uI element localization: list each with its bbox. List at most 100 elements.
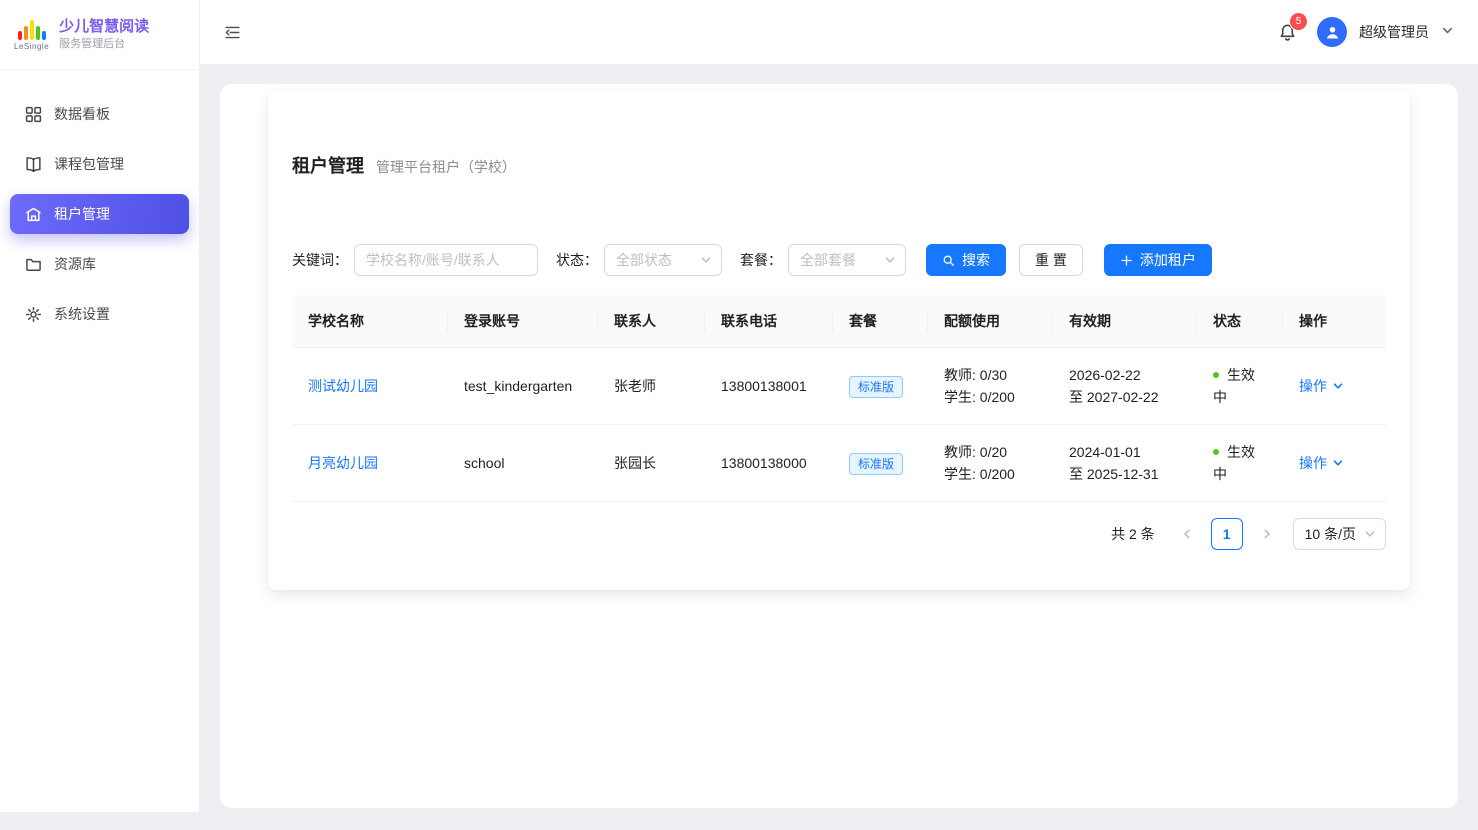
- folder-icon: [25, 256, 42, 273]
- sidebar-item-dashboard[interactable]: 数据看板: [10, 94, 189, 134]
- col-header-plan: 套餐: [833, 295, 928, 348]
- add-tenant-button-label: 添加租户: [1140, 250, 1196, 270]
- sidebar-item-label: 数据看板: [54, 104, 110, 124]
- chevron-right-icon: [1261, 528, 1273, 540]
- status-label: 状态：: [556, 250, 598, 270]
- brand-title: 少儿智慧阅读: [59, 17, 149, 37]
- sidebar-item-system-settings[interactable]: 系统设置: [10, 294, 189, 334]
- quota-cell: 教师: 0/30 学生: 0/200: [928, 348, 1053, 425]
- chevron-left-icon: [1181, 528, 1193, 540]
- status-cell: 生效中: [1197, 348, 1283, 425]
- quota-students: 学生: 0/200: [944, 386, 1037, 408]
- row-action-dropdown[interactable]: 操作: [1299, 452, 1344, 474]
- top-header: 5 超级管理员: [200, 0, 1478, 64]
- sidebar: LeSingle 少儿智慧阅读 服务管理后台 数据看板 课程包管理 租户管理: [0, 0, 200, 812]
- phone-cell: 13800138000: [705, 425, 833, 502]
- row-action-dropdown[interactable]: 操作: [1299, 375, 1344, 397]
- pagination-total: 共 2 条: [1111, 524, 1155, 544]
- tenant-table: 学校名称 登录账号 联系人 联系电话 套餐 配额使用 有效期 状态 操作: [292, 295, 1386, 502]
- status-dot-icon: [1213, 372, 1219, 378]
- brand-text: 少儿智慧阅读 服务管理后台: [59, 17, 149, 52]
- reset-button[interactable]: 重 置: [1019, 244, 1083, 276]
- search-button[interactable]: 搜索: [926, 244, 1006, 276]
- status-dot-icon: [1213, 449, 1219, 455]
- notification-bell-button[interactable]: 5: [1273, 18, 1301, 46]
- page-title: 租户管理: [292, 152, 364, 178]
- plan-tag: 标准版: [849, 453, 903, 475]
- brand-name: LeSingle: [14, 42, 49, 51]
- page-size-select[interactable]: 10 条/页: [1293, 518, 1386, 550]
- main-panel: 租户管理 管理平台租户（学校） 关键词： 状态： 全部状态 套餐：: [220, 84, 1458, 808]
- status-text: 生效中: [1213, 367, 1255, 405]
- keyword-label: 关键词：: [292, 250, 348, 270]
- gear-icon: [25, 306, 42, 323]
- school-name-link[interactable]: 月亮幼儿园: [308, 455, 378, 471]
- validity-end: 至 2025-12-31: [1069, 463, 1181, 485]
- status-select[interactable]: 全部状态: [604, 244, 722, 276]
- quota-cell: 教师: 0/20 学生: 0/200: [928, 425, 1053, 502]
- sidebar-item-label: 课程包管理: [54, 154, 124, 174]
- sidebar-item-label: 租户管理: [54, 204, 110, 224]
- page-size-value: 10 条/页: [1305, 524, 1356, 544]
- sidebar-collapse-button[interactable]: [216, 16, 248, 48]
- contact-cell: 张园长: [598, 425, 705, 502]
- tenant-management-card: 租户管理 管理平台租户（学校） 关键词： 状态： 全部状态 套餐：: [268, 90, 1410, 590]
- filter-bar: 关键词： 状态： 全部状态 套餐： 全部套餐: [292, 244, 1386, 276]
- book-icon: [25, 156, 42, 173]
- col-header-phone: 联系电话: [705, 295, 833, 348]
- chevron-down-icon: [700, 254, 712, 266]
- chevron-down-icon: [1364, 528, 1376, 540]
- col-header-quota: 配额使用: [928, 295, 1053, 348]
- content-area: 租户管理 管理平台租户（学校） 关键词： 状态： 全部状态 套餐：: [200, 64, 1478, 830]
- chevron-down-icon: [1332, 380, 1344, 392]
- brand-logo-icon: LeSingle: [14, 18, 49, 51]
- col-header-contact: 联系人: [598, 295, 705, 348]
- sidebar-item-label: 系统设置: [54, 304, 110, 324]
- search-button-label: 搜索: [962, 250, 990, 270]
- row-action-label: 操作: [1299, 452, 1327, 474]
- account-cell: test_kindergarten: [448, 348, 598, 425]
- row-action-label: 操作: [1299, 375, 1327, 397]
- sidebar-item-label: 资源库: [54, 254, 96, 274]
- validity-start: 2024-01-01: [1069, 441, 1181, 463]
- next-page-button[interactable]: [1251, 518, 1283, 550]
- add-tenant-button[interactable]: 添加租户: [1104, 244, 1212, 276]
- status-select-value: 全部状态: [616, 250, 672, 270]
- validity-end: 至 2027-02-22: [1069, 386, 1181, 408]
- sidebar-item-course-packages[interactable]: 课程包管理: [10, 144, 189, 184]
- reset-button-label: 重 置: [1035, 250, 1067, 270]
- username[interactable]: 超级管理员: [1359, 22, 1429, 42]
- contact-cell: 张老师: [598, 348, 705, 425]
- menu-fold-icon: [224, 24, 241, 41]
- page-1-button[interactable]: 1: [1211, 518, 1243, 550]
- quota-students: 学生: 0/200: [944, 463, 1037, 485]
- col-header-actions: 操作: [1283, 295, 1386, 348]
- keyword-input[interactable]: [354, 244, 538, 276]
- plan-select[interactable]: 全部套餐: [788, 244, 906, 276]
- status-cell: 生效中: [1197, 425, 1283, 502]
- user-menu-chevron-down-icon[interactable]: [1441, 24, 1454, 40]
- brand-subtitle: 服务管理后台: [59, 37, 149, 52]
- notification-badge: 5: [1290, 13, 1307, 30]
- sidebar-item-tenant-management[interactable]: 租户管理: [10, 194, 189, 234]
- account-cell: school: [448, 425, 598, 502]
- quota-teachers: 教师: 0/20: [944, 441, 1037, 463]
- page-header: 租户管理 管理平台租户（学校）: [292, 152, 1386, 178]
- page-subtitle: 管理平台租户（学校）: [376, 157, 516, 177]
- chevron-down-icon: [884, 254, 896, 266]
- col-header-school: 学校名称: [292, 295, 448, 348]
- sidebar-item-resource-library[interactable]: 资源库: [10, 244, 189, 284]
- phone-cell: 13800138001: [705, 348, 833, 425]
- quota-teachers: 教师: 0/30: [944, 364, 1037, 386]
- pagination: 共 2 条 1 10 条/页: [292, 518, 1386, 550]
- prev-page-button[interactable]: [1171, 518, 1203, 550]
- school-name-link[interactable]: 测试幼儿园: [308, 378, 378, 394]
- validity-cell: 2026-02-22 至 2027-02-22: [1053, 348, 1197, 425]
- validity-cell: 2024-01-01 至 2025-12-31: [1053, 425, 1197, 502]
- table-row: 月亮幼儿园 school 张园长 13800138000 标准版 教师: 0/2…: [292, 425, 1386, 502]
- avatar[interactable]: [1317, 17, 1347, 47]
- col-header-account: 登录账号: [448, 295, 598, 348]
- search-icon: [942, 254, 955, 267]
- dashboard-icon: [25, 106, 42, 123]
- col-header-validity: 有效期: [1053, 295, 1197, 348]
